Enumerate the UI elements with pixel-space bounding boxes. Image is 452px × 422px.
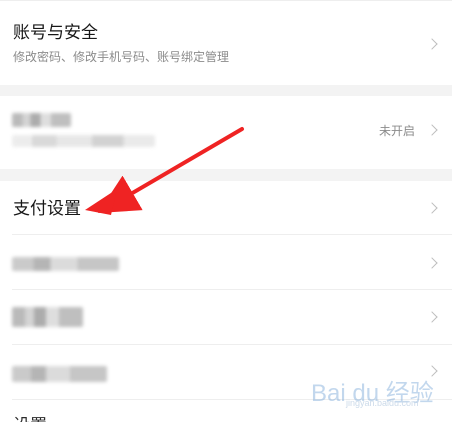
chevron-right-icon (426, 202, 438, 214)
divider (12, 399, 452, 400)
chevron-right-icon (426, 257, 438, 269)
redacted-subtitle-block (12, 135, 155, 147)
redacted-row-text-block (12, 257, 119, 271)
account-security-subtitle: 修改密码、修改手机号码、账号绑定管理 (13, 50, 230, 64)
redacted-setting-row-1[interactable] (0, 235, 452, 290)
partial-settings-title: 设置 (13, 416, 47, 422)
settings-page: 账号与安全 修改密码、修改手机号码、账号绑定管理 未开启 支付设置 Bai du… (0, 0, 452, 422)
redacted-setting-row-2[interactable] (0, 290, 452, 345)
payment-settings-title: 支付设置 (13, 199, 81, 219)
payment-card: 支付设置 (0, 181, 452, 422)
account-security-row[interactable]: 账号与安全 修改密码、修改手机号码、账号绑定管理 (0, 1, 452, 85)
payment-settings-row[interactable]: 支付设置 (0, 181, 452, 235)
status-badge: 未开启 (378, 124, 415, 138)
chevron-right-icon (426, 124, 438, 136)
chevron-right-icon (426, 38, 438, 50)
chevron-right-icon (426, 365, 438, 377)
hidden-setting-card: 未开启 (0, 96, 452, 169)
account-security-title: 账号与安全 (13, 23, 98, 43)
chevron-right-icon (426, 311, 438, 323)
redacted-row-text-block (12, 366, 107, 382)
redacted-title-block (12, 113, 71, 127)
account-security-card: 账号与安全 修改密码、修改手机号码、账号绑定管理 (0, 0, 452, 85)
hidden-setting-row[interactable]: 未开启 (0, 96, 452, 169)
redacted-setting-row-3[interactable] (0, 345, 452, 400)
redacted-row-text-block (12, 307, 83, 327)
